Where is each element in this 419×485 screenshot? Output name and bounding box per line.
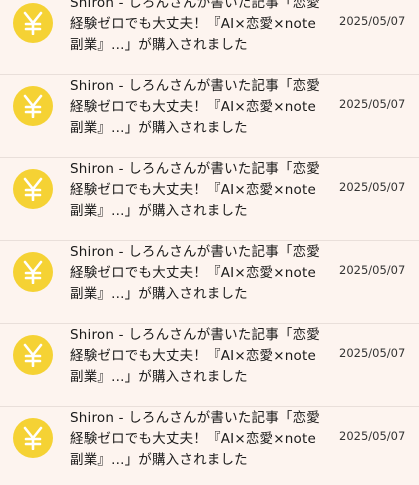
notification-message: Shiron - しろんさんが書いた記事「恋愛経験ゼロでも大丈夫！『AI×恋愛×…: [70, 244, 320, 302]
notification-date: 2025/05/07: [339, 14, 406, 28]
yen-coin-icon: [13, 335, 53, 375]
notification-item[interactable]: Shiron - しろんさんが書いた記事「恋愛経験ゼロでも大丈夫！『AI×恋愛×…: [0, 324, 419, 407]
yen-coin-icon: [13, 252, 53, 292]
notification-date: 2025/05/07: [339, 180, 406, 194]
yen-coin-icon: [13, 86, 53, 126]
notification-message: Shiron - しろんさんが書いた記事「恋愛経験ゼロでも大丈夫！『AI×恋愛×…: [70, 161, 320, 219]
notification-date: 2025/05/07: [339, 97, 406, 111]
notification-message: Shiron - しろんさんが書いた記事「恋愛経験ゼロでも大丈夫！『AI×恋愛×…: [70, 78, 320, 136]
notification-item[interactable]: Shiron - しろんさんが書いた記事「恋愛経験ゼロでも大丈夫！『AI×恋愛×…: [0, 0, 419, 75]
notification-date: 2025/05/07: [339, 263, 406, 277]
notification-message: Shiron - しろんさんが書いた記事「恋愛経験ゼロでも大丈夫！『AI×恋愛×…: [70, 0, 320, 53]
notification-message: Shiron - しろんさんが書いた記事「恋愛経験ゼロでも大丈夫！『AI×恋愛×…: [70, 327, 320, 385]
notification-date: 2025/05/07: [339, 346, 406, 360]
yen-coin-icon: [13, 418, 53, 458]
notification-date: 2025/05/07: [339, 429, 406, 443]
notification-message: Shiron - しろんさんが書いた記事「恋愛経験ゼロでも大丈夫！『AI×恋愛×…: [70, 410, 320, 468]
yen-coin-icon: [13, 3, 53, 43]
notification-item[interactable]: Shiron - しろんさんが書いた記事「恋愛経験ゼロでも大丈夫！『AI×恋愛×…: [0, 158, 419, 241]
notification-item[interactable]: Shiron - しろんさんが書いた記事「恋愛経験ゼロでも大丈夫！『AI×恋愛×…: [0, 407, 419, 485]
yen-coin-icon: [13, 169, 53, 209]
notification-list: Shiron - しろんさんが書いた記事「恋愛経験ゼロでも大丈夫！『AI×恋愛×…: [0, 0, 419, 485]
notification-item[interactable]: Shiron - しろんさんが書いた記事「恋愛経験ゼロでも大丈夫！『AI×恋愛×…: [0, 241, 419, 324]
notification-item[interactable]: Shiron - しろんさんが書いた記事「恋愛経験ゼロでも大丈夫！『AI×恋愛×…: [0, 75, 419, 158]
